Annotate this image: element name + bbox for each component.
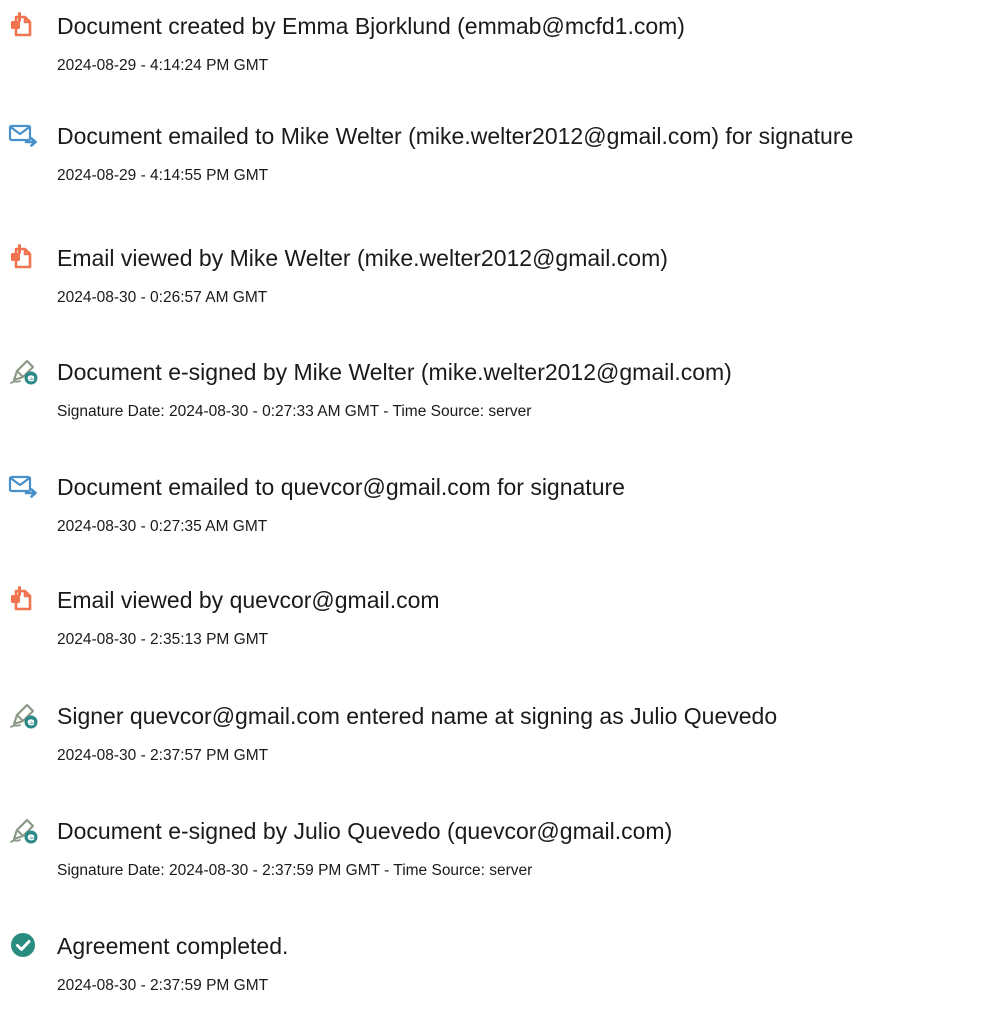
document-icon: [8, 242, 38, 272]
event-timestamp: 2024-08-30 - 0:27:35 AM GMT: [57, 518, 268, 535]
event-title: Signer quevcor@gmail.com entered name at…: [57, 703, 778, 729]
audit-event: Email viewed by quevcor@gmail.com 2024-0…: [0, 574, 982, 674]
event-timestamp: 2024-08-29 - 4:14:24 PM GMT: [57, 57, 269, 74]
check-circle-icon: [8, 930, 38, 960]
audit-event: Signer quevcor@gmail.com entered name at…: [0, 690, 982, 790]
audit-event: Document created by Emma Bjorklund (emma…: [0, 0, 982, 100]
event-title: Document e-signed by Mike Welter (mike.w…: [57, 359, 732, 385]
document-icon: [8, 10, 38, 40]
event-timestamp: 2024-08-30 - 2:35:13 PM GMT: [57, 631, 269, 648]
event-timestamp: 2024-08-30 - 2:37:57 PM GMT: [57, 747, 269, 764]
audit-event: Document emailed to Mike Welter (mike.we…: [0, 110, 982, 210]
event-title: Email viewed by quevcor@gmail.com: [57, 587, 440, 613]
audit-event: Agreement completed. 2024-08-30 - 2:37:5…: [0, 920, 982, 1020]
audit-event: Document e-signed by Julio Quevedo (quev…: [0, 805, 982, 905]
audit-event: Email viewed by Mike Welter (mike.welter…: [0, 232, 982, 332]
document-icon: [8, 584, 38, 614]
event-title: Document created by Emma Bjorklund (emma…: [57, 13, 685, 39]
event-timestamp: 2024-08-29 - 4:14:55 PM GMT: [57, 167, 269, 184]
email-icon: [8, 120, 38, 150]
audit-event: Document e-signed by Mike Welter (mike.w…: [0, 346, 982, 446]
event-timestamp: 2024-08-30 - 2:37:59 PM GMT: [57, 977, 269, 994]
email-icon: [8, 471, 38, 501]
event-title: Document emailed to Mike Welter (mike.we…: [57, 123, 854, 149]
event-title: Email viewed by Mike Welter (mike.welter…: [57, 245, 668, 271]
esign-icon: [8, 356, 38, 386]
event-title: Document emailed to quevcor@gmail.com fo…: [57, 474, 625, 500]
event-timestamp: 2024-08-30 - 0:26:57 AM GMT: [57, 289, 268, 306]
event-title: Agreement completed.: [57, 933, 289, 959]
esign-icon: [8, 815, 38, 845]
esign-icon: [8, 700, 38, 730]
event-signature-date: Signature Date: 2024-08-30 - 2:37:59 PM …: [57, 862, 533, 879]
audit-event: Document emailed to quevcor@gmail.com fo…: [0, 461, 982, 561]
event-title: Document e-signed by Julio Quevedo (quev…: [57, 818, 673, 844]
event-signature-date: Signature Date: 2024-08-30 - 0:27:33 AM …: [57, 403, 532, 420]
